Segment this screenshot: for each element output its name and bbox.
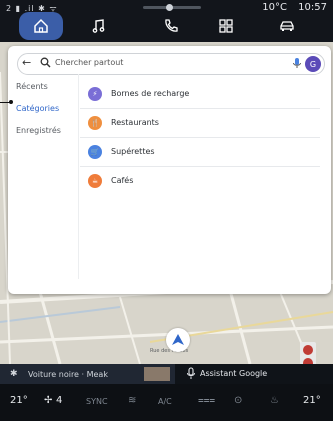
top-bar: 2 ▮ .il ✱ ᯤ 10°C 10:57	[0, 0, 333, 42]
nav-music[interactable]	[77, 12, 121, 40]
back-arrow-icon[interactable]: ←	[22, 56, 31, 69]
air-recirculation-icon[interactable]: ⊙	[234, 395, 242, 406]
nav-vehicle[interactable]	[265, 12, 309, 40]
category-item-grocery[interactable]: 🛒 Supérettes	[80, 140, 320, 167]
restaurant-icon: 🍴	[88, 116, 102, 130]
charging-station-icon: ⚡	[88, 87, 102, 101]
assistant-label: Assistant Google	[200, 369, 268, 378]
tab-categories[interactable]: Catégories	[8, 104, 59, 113]
assistant-button[interactable]: Assistant Google	[180, 366, 330, 382]
music-icon	[92, 19, 105, 33]
volume-slider[interactable]	[143, 4, 201, 11]
search-bar[interactable]: ← Chercher partout G	[17, 53, 325, 75]
category-item-restaurants[interactable]: 🍴 Restaurants	[80, 111, 320, 138]
recenter-button[interactable]	[166, 328, 190, 352]
seat-heat-icon[interactable]: ♨	[270, 395, 279, 406]
shopping-cart-icon: 🛒	[88, 145, 102, 159]
map-poi-stack[interactable]	[300, 342, 316, 364]
tab-recent[interactable]: Récents	[8, 82, 48, 91]
category-label: Cafés	[111, 176, 134, 185]
rear-defrost-icon[interactable]: ≋	[128, 395, 136, 406]
account-avatar[interactable]: G	[305, 56, 321, 72]
media-title: Voiture noire · Meak	[28, 370, 108, 379]
left-temperature[interactable]: 21°	[10, 395, 28, 406]
climate-bar: 21° ✢ 4 SYNC ≋ A/C ⩶ ⊙ ♨ 21°	[0, 384, 333, 421]
nav-home[interactable]	[19, 12, 63, 40]
right-temperature[interactable]: 21°	[303, 395, 321, 406]
apps-grid-icon	[219, 19, 233, 33]
sync-button[interactable]: SYNC	[86, 397, 108, 406]
media-widget[interactable]: ✱ Voiture noire · Meak	[0, 364, 175, 384]
tab-saved[interactable]: Enregistrés	[8, 126, 61, 135]
tabs-divider	[78, 74, 79, 279]
navigation-arrow-icon	[172, 334, 184, 345]
fan-speed[interactable]: 4	[56, 395, 62, 406]
slider-knob[interactable]	[166, 4, 173, 11]
category-item-charging[interactable]: ⚡ Bornes de recharge	[80, 82, 320, 109]
bluetooth-icon: ✱	[10, 369, 18, 379]
coffee-cup-icon: ☕	[88, 174, 102, 188]
home-icon	[34, 18, 48, 33]
callout-dot	[9, 100, 13, 104]
map-view[interactable]: Rue des Fossés Goog ← Chercher partout G…	[0, 42, 333, 364]
car-icon	[280, 21, 294, 31]
search-icon	[40, 57, 51, 68]
nav-apps[interactable]	[204, 12, 248, 40]
category-label: Restaurants	[111, 118, 159, 127]
search-input[interactable]: Chercher partout	[55, 58, 123, 67]
nav-phone[interactable]	[149, 12, 193, 40]
ac-button[interactable]: A/C	[158, 397, 172, 406]
album-art	[144, 367, 170, 381]
phone-icon	[165, 19, 178, 32]
front-defrost-icon[interactable]: ⩶	[198, 395, 215, 406]
search-panel: ← Chercher partout G Récents Catégories …	[8, 46, 331, 294]
poi-marker[interactable]	[303, 345, 313, 355]
category-item-cafes[interactable]: ☕ Cafés	[80, 169, 320, 195]
category-label: Supérettes	[111, 147, 155, 156]
category-label: Bornes de recharge	[111, 89, 190, 98]
microphone-icon[interactable]	[292, 57, 302, 69]
microphone-icon	[187, 367, 195, 379]
fan-icon[interactable]: ✢	[44, 395, 52, 406]
